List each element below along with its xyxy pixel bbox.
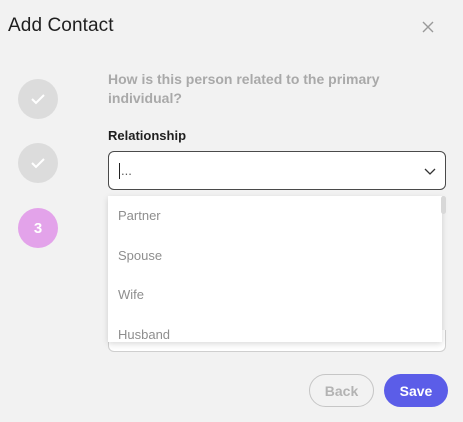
save-button[interactable]: Save <box>384 374 448 407</box>
relationship-input-value[interactable]: ... <box>119 163 132 179</box>
chevron-down-icon[interactable] <box>424 166 436 176</box>
relationship-options-list[interactable]: Partner Spouse Wife Husband <box>108 196 442 342</box>
close-icon[interactable] <box>420 19 436 35</box>
dialog-title: Add Contact <box>8 15 114 36</box>
dropdown-scrollbar[interactable] <box>441 196 446 214</box>
check-icon <box>31 158 45 169</box>
question-text: How is this person related to the primar… <box>108 71 380 106</box>
relationship-label: Relationship <box>108 128 187 143</box>
step-2-complete <box>18 143 58 183</box>
step-number: 3 <box>33 219 43 237</box>
relationship-select[interactable]: ... <box>108 151 446 190</box>
step-3-current: 3 <box>18 208 58 248</box>
step-1-complete <box>18 79 58 119</box>
option-husband[interactable]: Husband <box>108 315 442 343</box>
option-spouse[interactable]: Spouse <box>108 236 442 276</box>
back-button[interactable]: Back <box>309 374 374 407</box>
check-icon <box>31 94 45 105</box>
option-wife[interactable]: Wife <box>108 275 442 315</box>
option-partner[interactable]: Partner <box>108 196 442 236</box>
